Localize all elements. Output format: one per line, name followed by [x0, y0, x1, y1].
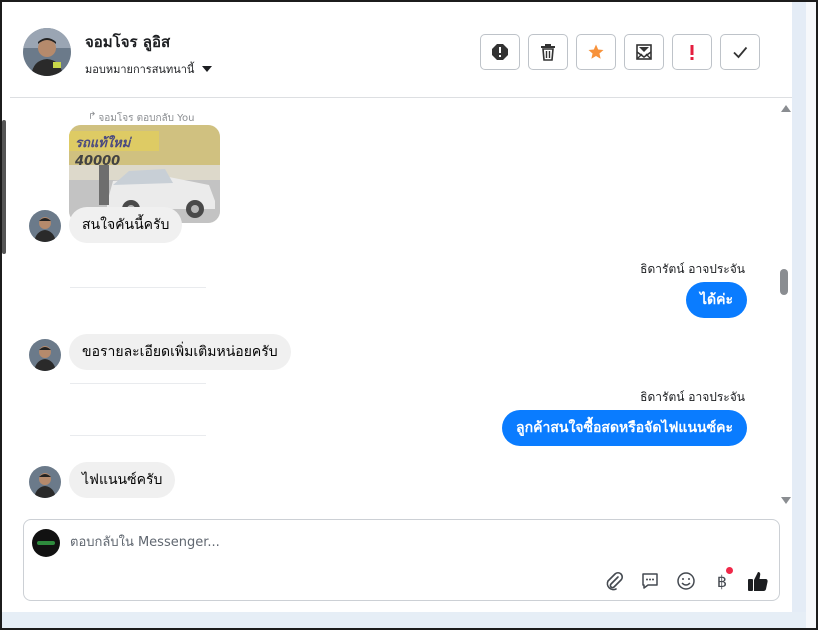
- reply-note: ↱ จอมโจร ตอบกลับ You: [88, 111, 194, 126]
- reply-note-text: จอมโจร ตอบกลับ You: [98, 113, 195, 124]
- contact-name[interactable]: จอมโจร ลูอิส: [85, 30, 170, 54]
- conversation-panel: จอมโจร ลูอิส มอบหมายการสนทนานี้ ↱ จอมโจร…: [10, 2, 792, 612]
- baht-icon: ฿: [716, 571, 728, 591]
- paperclip-icon: [606, 571, 624, 591]
- spam-button[interactable]: [480, 34, 520, 70]
- mail-icon: [636, 44, 652, 60]
- contact-avatar-small: [29, 339, 61, 371]
- page-avatar: [32, 529, 60, 557]
- left-strip: [2, 2, 10, 612]
- left-scroll-indicator[interactable]: [2, 120, 6, 254]
- contact-avatar-small: [29, 466, 61, 498]
- emoji-button[interactable]: [675, 570, 697, 592]
- incoming-message[interactable]: สนใจคันนี้ครับ: [69, 207, 183, 243]
- right-background: [792, 2, 806, 628]
- payment-button[interactable]: ฿: [711, 567, 733, 592]
- car-image-brand: รถแท้ใหม่: [75, 135, 132, 151]
- reply-arrow-icon: ↱: [88, 111, 97, 122]
- message-thread[interactable]: ↱ จอมโจร ตอบกลับ You รถแท้ใหม่ 40000 สนใ…: [10, 99, 792, 509]
- chevron-down-icon: [202, 66, 213, 72]
- reply-composer: ฿: [23, 519, 780, 601]
- sender-name: ธิดารัตน์ อาจประจัน: [640, 390, 745, 404]
- incoming-message[interactable]: ขอรายละเอียดเพิ่มเติมหน่อยครับ: [69, 334, 291, 370]
- right-background-edge: [806, 2, 816, 628]
- assign-label: มอบหมายการสนทนานี้: [85, 63, 195, 76]
- conversation-header: จอมโจร ลูอิส มอบหมายการสนทนานี้: [10, 2, 792, 98]
- assign-dropdown[interactable]: มอบหมายการสนทนานี้: [85, 60, 213, 78]
- done-button[interactable]: [720, 34, 760, 70]
- star-icon: [588, 44, 604, 59]
- alert-octagon-icon: [492, 44, 508, 60]
- delete-button[interactable]: [528, 34, 568, 70]
- check-icon: [733, 46, 748, 59]
- saved-replies-button[interactable]: [639, 570, 661, 592]
- scroll-up-arrow[interactable]: [781, 105, 791, 112]
- composer-actions: ฿: [603, 567, 769, 592]
- unread-button[interactable]: [624, 34, 664, 70]
- exclamation-icon: [690, 45, 694, 60]
- message-divider: [70, 435, 206, 436]
- attach-button[interactable]: [603, 570, 625, 592]
- thumbs-up-icon: [748, 572, 768, 591]
- outgoing-message[interactable]: ได้ค่ะ: [685, 282, 747, 318]
- contact-avatar-small: [29, 210, 61, 242]
- smile-icon: [677, 572, 695, 590]
- like-button[interactable]: [747, 570, 769, 592]
- message-divider: [70, 287, 206, 288]
- message-divider: [70, 383, 206, 384]
- bottom-background: [2, 612, 806, 628]
- follow-up-button[interactable]: [672, 34, 712, 70]
- car-image-price: 40000: [74, 154, 120, 169]
- trash-icon: [541, 44, 555, 61]
- sender-name: ธิดารัตน์ อาจประจัน: [640, 262, 745, 276]
- incoming-message[interactable]: ไฟแนนซ์ครับ: [69, 462, 176, 498]
- scroll-down-arrow[interactable]: [781, 497, 791, 504]
- reply-input[interactable]: [70, 530, 760, 554]
- scrollbar-thumb[interactable]: [780, 269, 788, 295]
- outgoing-message[interactable]: ลูกค้าสนใจซื้อสดหรือจัดไฟแนนซ์คะ: [502, 410, 747, 446]
- star-button[interactable]: [576, 34, 616, 70]
- chat-bubble-icon: [642, 573, 658, 589]
- notification-dot: [726, 567, 733, 574]
- contact-avatar[interactable]: [23, 28, 71, 76]
- conversation-toolbar: [480, 34, 760, 70]
